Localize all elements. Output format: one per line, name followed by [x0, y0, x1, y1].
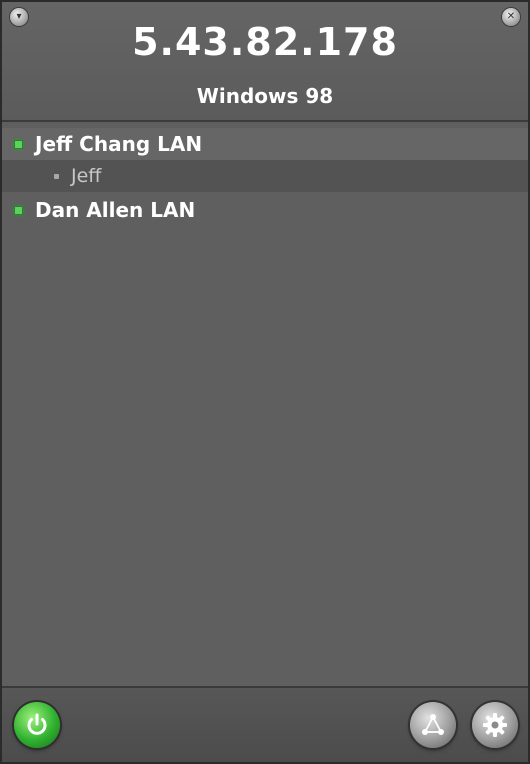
header: ▾ ✕ 5.43.82.178 Windows 98 [2, 2, 528, 122]
footer-toolbar [2, 686, 528, 762]
list-item-member[interactable]: Jeff [2, 160, 528, 192]
online-status-icon [14, 205, 23, 215]
group-label: Dan Allen LAN [35, 198, 196, 222]
network-list: Jeff Chang LAN Jeff Dan Allen LAN [2, 124, 528, 690]
power-button[interactable] [14, 702, 60, 748]
ip-address: 5.43.82.178 [132, 20, 398, 64]
network-button[interactable] [410, 702, 456, 748]
settings-button[interactable] [472, 702, 518, 748]
list-item-group[interactable]: Dan Allen LAN [2, 194, 528, 226]
list-item-group[interactable]: Jeff Chang LAN [2, 128, 528, 160]
online-status-icon [14, 139, 23, 149]
member-label: Jeff [71, 165, 102, 187]
network-icon [422, 714, 444, 735]
bullet-icon [54, 173, 59, 179]
os-name: Windows 98 [196, 84, 334, 108]
power-icon [27, 713, 47, 735]
app-window: ▾ ✕ 5.43.82.178 Windows 98 Jeff Chang LA… [0, 0, 530, 764]
group-label: Jeff Chang LAN [35, 132, 203, 156]
gear-icon [483, 713, 507, 737]
